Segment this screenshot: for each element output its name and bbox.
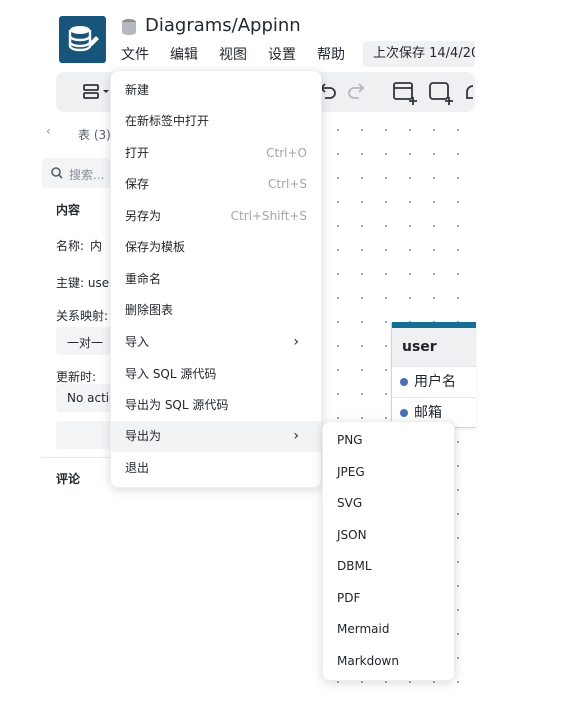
export-svg[interactable]: SVG — [323, 488, 454, 519]
search-input[interactable]: 搜索... — [42, 158, 112, 188]
menu-item-label: 保存 — [125, 177, 150, 191]
menu-item-label: 另存为 — [125, 209, 162, 223]
comments-label[interactable]: 评论 — [56, 470, 80, 487]
name-label: 名称: — [56, 239, 85, 253]
table-node[interactable]: user 用户名 邮箱 — [391, 322, 476, 428]
field-dot-icon — [400, 378, 408, 386]
menu-item-exit[interactable]: 退出 — [111, 453, 321, 484]
menu-item-save-as[interactable]: 另存为 Ctrl+Shift+S — [111, 201, 321, 232]
menu-item-label: 在新标签中打开 — [125, 114, 210, 128]
divider — [42, 457, 112, 458]
menu-item-label: 导出为 — [125, 429, 162, 443]
export-pdf[interactable]: PDF — [323, 583, 454, 614]
name-field[interactable]: 内 — [90, 237, 102, 254]
delete-relation-button[interactable] — [56, 421, 112, 449]
menu-item-label: 退出 — [125, 461, 150, 475]
menu-item-save[interactable]: 保存 Ctrl+S — [111, 169, 321, 200]
menu-item-open-new-tab[interactable]: 在新标签中打开 — [111, 106, 321, 137]
menu-item-rename[interactable]: 重命名 — [111, 264, 321, 295]
menu-item-export-as[interactable]: 导出为 › — [111, 421, 321, 452]
menu-settings[interactable]: 设置 — [268, 44, 296, 64]
menu-item-label: 导入 SQL 源代码 — [125, 367, 217, 381]
app-logo[interactable] — [59, 16, 106, 63]
relation-select[interactable]: 一对一 — [56, 327, 112, 355]
menu-item-label: 保存为模板 — [125, 240, 186, 254]
export-dbml[interactable]: DBML — [323, 551, 454, 582]
menu-edit[interactable]: 编辑 — [170, 44, 198, 64]
last-saved-status: 上次保存 14/4/2024 — [363, 41, 475, 67]
add-table-icon[interactable] — [392, 80, 418, 106]
chevron-left-icon[interactable]: ‹ — [46, 124, 51, 138]
export-markdown[interactable]: Markdown — [323, 646, 454, 677]
menu-item-export-sql[interactable]: 导出为 SQL 源代码 — [111, 390, 321, 421]
layout-dropdown-icon[interactable] — [82, 80, 112, 104]
relation-label: 关系映射: — [56, 309, 109, 323]
menu-item-label: 导出为 SQL 源代码 — [125, 398, 229, 412]
search-icon — [51, 167, 63, 179]
file-menu: 新建 在新标签中打开 打开 Ctrl+O 保存 Ctrl+S 另存为 Ctrl+Shi… — [110, 70, 322, 488]
add-note-icon[interactable] — [464, 80, 475, 106]
menu-item-label: 打开 — [125, 146, 150, 160]
section-title: 内容 — [56, 203, 81, 217]
menu-view[interactable]: 视图 — [219, 44, 247, 64]
sidebar: ‹ 表 (3) 搜索... 内容 名称: 内 主键: user 关系映射: 一对… — [42, 112, 115, 712]
add-area-icon[interactable] — [428, 80, 454, 106]
menu-item-open[interactable]: 打开 Ctrl+O — [111, 138, 321, 169]
menu-item-label: 重命名 — [125, 272, 162, 286]
on-update-label: 更新时: — [56, 370, 97, 384]
database-logo-icon — [68, 26, 99, 52]
primary-key-label: 主键: user — [56, 276, 115, 290]
menu-file[interactable]: 文件 — [121, 44, 149, 64]
chevron-right-icon: › — [293, 428, 299, 444]
menu-help[interactable]: 帮助 — [317, 44, 345, 64]
field-dot-icon — [400, 409, 408, 417]
tab-tables[interactable]: 表 (3) — [78, 126, 111, 143]
field-label: 邮箱 — [414, 405, 442, 421]
on-update-value: No action — [67, 391, 112, 405]
shortcut-hint: Ctrl+S — [267, 177, 307, 191]
on-update-select[interactable]: No action — [56, 384, 112, 412]
shortcut-hint: Ctrl+Shift+S — [230, 209, 307, 223]
shortcut-hint: Ctrl+O — [266, 146, 307, 160]
menu-item-label: 删除图表 — [125, 303, 174, 317]
field-label: 用户名 — [414, 374, 456, 390]
export-png[interactable]: PNG — [323, 425, 454, 456]
menu-item-label: 导入 — [125, 335, 150, 349]
menu-item-new[interactable]: 新建 — [111, 75, 321, 106]
menu-item-label: 新建 — [125, 83, 150, 97]
search-placeholder: 搜索... — [69, 168, 105, 182]
relation-value: 一对一 — [67, 336, 104, 350]
export-jpeg[interactable]: JPEG — [323, 457, 454, 488]
export-mermaid[interactable]: Mermaid — [323, 614, 454, 645]
menu-item-import[interactable]: 导入 › — [111, 327, 321, 358]
redo-icon[interactable] — [346, 80, 368, 104]
table-field[interactable]: 用户名 — [392, 366, 476, 396]
export-json[interactable]: JSON — [323, 520, 454, 551]
chevron-right-icon: › — [293, 334, 299, 350]
menu-item-save-as-template[interactable]: 保存为模板 — [111, 232, 321, 263]
menu-item-import-sql[interactable]: 导入 SQL 源代码 — [111, 359, 321, 390]
table-title: user — [392, 328, 476, 366]
export-submenu: PNG JPEG SVG JSON DBML PDF Mermaid Markd… — [322, 421, 455, 681]
database-icon — [122, 19, 136, 35]
menu-item-delete-diagram[interactable]: 删除图表 — [111, 295, 321, 326]
diagram-title[interactable]: Diagrams/Appinn — [145, 15, 301, 36]
